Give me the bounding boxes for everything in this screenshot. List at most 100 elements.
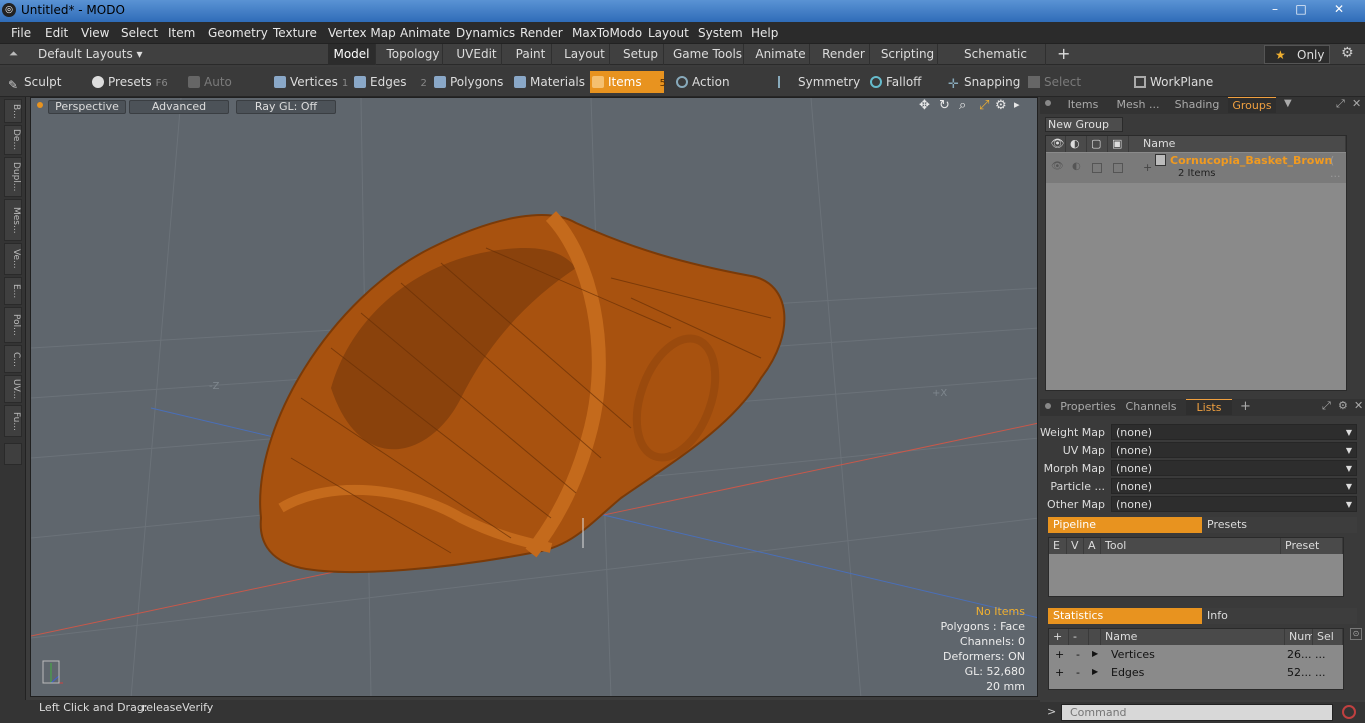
add-tab-button[interactable]: +: [1057, 44, 1070, 63]
only-toggle[interactable]: ★ Only: [1264, 45, 1330, 64]
menu-help[interactable]: Help: [751, 26, 778, 40]
menu-vertex-map[interactable]: Vertex Map: [328, 26, 396, 40]
menu-select[interactable]: Select: [121, 26, 158, 40]
auto-select-button[interactable]: Auto Select: [186, 71, 266, 111]
vtab-expand[interactable]: [4, 443, 22, 465]
polygons-button[interactable]: Polygons: [432, 71, 506, 93]
morph-map-dropdown[interactable]: (none) ▼: [1111, 460, 1357, 476]
default-layouts-dropdown[interactable]: Default Layouts ▾: [38, 47, 143, 61]
panel-maximize-icon[interactable]: ⤢: [1336, 97, 1345, 111]
vtab-uv[interactable]: UV...: [4, 375, 22, 403]
menu-layout[interactable]: Layout: [648, 26, 689, 40]
sculpt-button[interactable]: ✎ Sculpt: [6, 71, 86, 93]
props-maximize-icon[interactable]: ⤢: [1322, 399, 1331, 413]
menu-texture[interactable]: Texture: [273, 26, 317, 40]
vtab-duplicate[interactable]: Dupl...: [4, 157, 22, 197]
symmetry-button[interactable]: Symmetry: [778, 71, 860, 93]
menu-maxtomodo[interactable]: MaxToModo: [572, 26, 642, 40]
3d-viewport[interactable]: -Z +X Perspective Advanced Ray GL: Off ✥…: [30, 97, 1038, 697]
minimize-button[interactable]: –: [1262, 0, 1288, 18]
action-center-button[interactable]: Action Center: [674, 71, 766, 111]
settings-gear-icon[interactable]: ⚙: [1341, 45, 1354, 61]
particle-dropdown[interactable]: (none) ▼: [1111, 478, 1357, 494]
items-button[interactable]: Items 5: [590, 71, 666, 93]
workplane-button[interactable]: WorkPlane: [1132, 71, 1216, 93]
expand-arrow-icon[interactable]: ▶: [1092, 649, 1098, 658]
zoom-icon[interactable]: ⌕: [959, 98, 966, 113]
menu-render[interactable]: Render: [520, 26, 563, 40]
tab-uvedit[interactable]: UVEdit: [452, 44, 502, 65]
vtab-vertex[interactable]: Ve...: [4, 243, 22, 275]
stats-options-icon[interactable]: ⊙: [1350, 628, 1362, 640]
group-row[interactable]: 👁 ◐ + Cornucopia_Basket_Brown ( ... 2 It…: [1046, 153, 1346, 183]
rotate-icon[interactable]: ↻: [939, 98, 950, 113]
menu-file[interactable]: File: [11, 26, 31, 40]
maximize-button[interactable]: □: [1288, 0, 1314, 18]
tab-scripting[interactable]: Scripting: [878, 44, 938, 65]
fit-view-icon[interactable]: ⤢: [979, 98, 989, 113]
add-props-tab-button[interactable]: +: [1240, 399, 1251, 414]
tab-render[interactable]: Render: [818, 44, 870, 65]
perspective-dropdown[interactable]: Perspective: [48, 100, 126, 114]
row-remove-button[interactable]: -: [1076, 648, 1080, 661]
tabs-dropdown-icon[interactable]: ▼: [1284, 98, 1292, 109]
row-add-button[interactable]: +: [1055, 648, 1064, 661]
row-render-icon[interactable]: ◐: [1072, 161, 1081, 172]
props-menu-icon[interactable]: [1045, 403, 1051, 409]
render-col-icon[interactable]: ◐: [1066, 136, 1087, 152]
cornucopia-basket-model[interactable]: [259, 211, 786, 573]
table-row[interactable]: + - ▶ Edges 52... ...: [1049, 664, 1343, 682]
shading-dropdown[interactable]: Advanced: [129, 100, 229, 114]
raygl-toggle[interactable]: Ray GL: Off: [236, 100, 336, 114]
tab-schematic-fusion[interactable]: Schematic Fusion: [946, 44, 1046, 81]
vtab-curve[interactable]: C...: [4, 345, 22, 373]
edges-button[interactable]: Edges 2: [352, 71, 428, 93]
menu-edit[interactable]: Edit: [45, 26, 68, 40]
tab-model[interactable]: Model: [328, 44, 376, 65]
props-close-icon[interactable]: ✕: [1354, 399, 1363, 412]
command-input[interactable]: [1061, 704, 1333, 721]
select-col-icon[interactable]: ▣: [1108, 136, 1129, 152]
tab-topology[interactable]: Topology: [384, 44, 443, 65]
vtab-deform[interactable]: De...: [4, 125, 22, 155]
vtab-mesh-edit[interactable]: Mes...: [4, 199, 22, 241]
vtab-polygon[interactable]: Pol...: [4, 307, 22, 343]
vtab-edge[interactable]: E...: [4, 277, 22, 305]
vertices-button[interactable]: Vertices 1: [272, 71, 348, 93]
pan-icon[interactable]: ✥: [919, 98, 930, 113]
other-map-dropdown[interactable]: (none) ▼: [1111, 496, 1357, 512]
tab-paint[interactable]: Paint: [510, 44, 552, 65]
tab-shading[interactable]: Shading: [1172, 97, 1222, 113]
panel-close-icon[interactable]: ✕: [1352, 97, 1361, 110]
info-tab[interactable]: Info: [1202, 608, 1357, 624]
tab-setup[interactable]: Setup: [618, 44, 664, 65]
expand-arrow-icon[interactable]: ▶: [1092, 667, 1098, 676]
viewport-options-icon[interactable]: [37, 102, 43, 108]
table-row[interactable]: + - ▶ Vertices 26... ...: [1049, 646, 1343, 664]
menu-item[interactable]: Item: [168, 26, 195, 40]
materials-button[interactable]: Materials: [512, 71, 586, 93]
tab-animate[interactable]: Animate: [752, 44, 810, 65]
vtab-fusion[interactable]: Fu...: [4, 405, 22, 437]
stop-command-icon[interactable]: [1342, 705, 1356, 719]
statistics-tab[interactable]: Statistics: [1048, 608, 1202, 624]
row-add-button[interactable]: +: [1055, 666, 1064, 679]
weight-map-dropdown[interactable]: (none) ▼: [1111, 424, 1357, 440]
lock-col-icon[interactable]: ▢: [1087, 136, 1108, 152]
row-visibility-icon[interactable]: 👁: [1051, 161, 1064, 172]
tab-game-tools[interactable]: Game Tools: [672, 44, 744, 65]
presets-tab[interactable]: Presets: [1202, 517, 1357, 533]
tab-layout[interactable]: Layout: [560, 44, 610, 65]
tab-channels[interactable]: Channels: [1124, 399, 1178, 415]
uv-map-dropdown[interactable]: (none) ▼: [1111, 442, 1357, 458]
tab-properties[interactable]: Properties: [1058, 399, 1118, 415]
expand-arrow-icon[interactable]: ▸: [1014, 98, 1020, 111]
menu-geometry[interactable]: Geometry: [208, 26, 268, 40]
expand-plus-icon[interactable]: +: [1143, 161, 1152, 174]
close-button[interactable]: ✕: [1326, 0, 1352, 18]
vtab-basic[interactable]: B...: [4, 99, 22, 123]
menu-view[interactable]: View: [81, 26, 109, 40]
pipeline-tab[interactable]: Pipeline: [1048, 517, 1202, 533]
viewport-settings-icon[interactable]: ⚙: [995, 98, 1007, 113]
presets-button[interactable]: Presets F6: [90, 71, 170, 93]
